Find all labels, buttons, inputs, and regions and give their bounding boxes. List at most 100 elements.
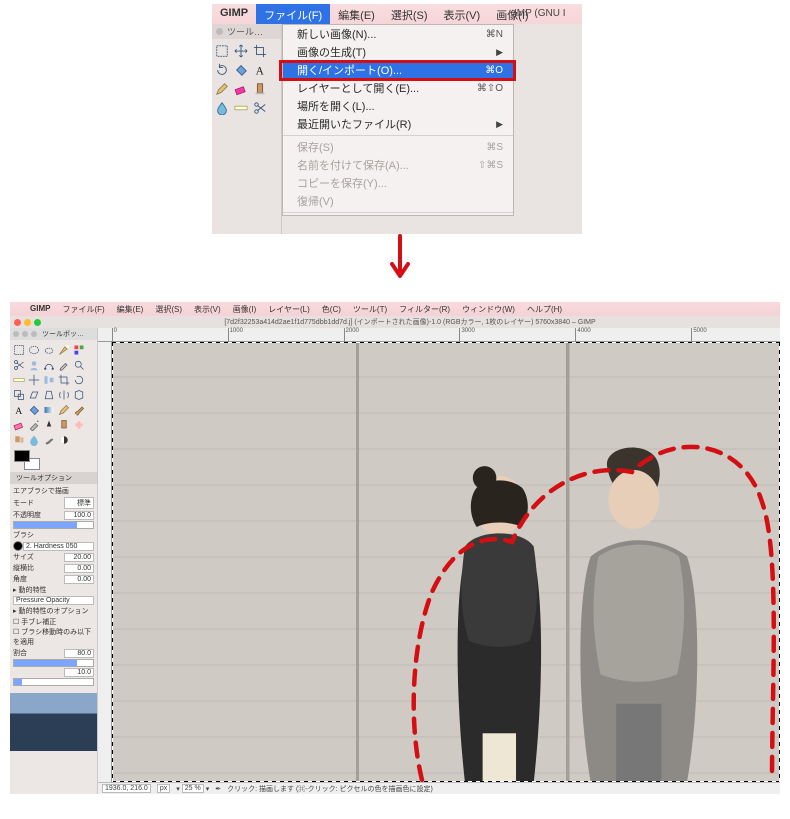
measure-icon[interactable] [233, 100, 248, 115]
foreground-select-icon[interactable] [27, 358, 40, 371]
cage-icon[interactable] [72, 388, 85, 401]
smudge-icon[interactable] [42, 433, 55, 446]
size-field[interactable]: 20.00 [64, 553, 94, 562]
bucket-icon[interactable] [233, 62, 248, 77]
perspective-clone-icon[interactable] [12, 433, 25, 446]
brush-name[interactable]: 2. Hardness 050 [23, 542, 94, 551]
mode-select[interactable]: 標準 [64, 497, 94, 509]
menu-new[interactable]: 新しい画像(N)...⌘N [283, 25, 513, 43]
scissors-icon[interactable] [252, 100, 267, 115]
ruler-horizontal[interactable]: 0 1000 2000 3000 4000 5000 [98, 328, 780, 342]
crop-icon[interactable] [252, 43, 267, 58]
mb-color[interactable]: 色(C) [316, 302, 347, 316]
toolbox-grid: A [212, 39, 281, 119]
aspect-field[interactable]: 0.00 [64, 564, 94, 573]
pencil-icon[interactable] [214, 81, 229, 96]
image-canvas[interactable] [112, 342, 780, 782]
max-traffic-light[interactable] [34, 319, 41, 326]
flow-field[interactable]: 10.0 [64, 668, 94, 677]
dynamics-label: 動的特性 [18, 587, 46, 594]
close-traffic-light[interactable] [14, 319, 21, 326]
zoom-control[interactable]: ▾25 %▾ [176, 784, 209, 793]
apply-on-move-checkbox[interactable]: ブラシ移動時のみ以下を適用 [13, 627, 94, 647]
eraser-icon[interactable] [12, 418, 25, 431]
brush-preview-icon[interactable] [13, 541, 23, 551]
paths-icon[interactable] [42, 358, 55, 371]
menubar-item-view[interactable]: 表示(V) [436, 4, 489, 24]
paintbrush-icon[interactable] [72, 403, 85, 416]
mb-edit[interactable]: 編集(E) [111, 302, 150, 316]
menubar-item-select[interactable]: 選択(S) [383, 4, 436, 24]
svg-text:A: A [15, 405, 22, 415]
rate-field[interactable]: 80.0 [64, 649, 94, 658]
menu-generate[interactable]: 画像の生成(T)▶ [283, 43, 513, 61]
status-unit[interactable]: px [157, 784, 170, 793]
move-icon[interactable] [27, 373, 40, 386]
mb-help[interactable]: ヘルプ(H) [521, 302, 568, 316]
rate-slider[interactable] [13, 659, 94, 667]
zoom-icon[interactable] [72, 358, 85, 371]
opacity-field[interactable]: 100.0 [64, 511, 94, 520]
bucket-icon[interactable] [27, 403, 40, 416]
text-icon[interactable]: A [12, 403, 25, 416]
align-icon[interactable] [42, 373, 55, 386]
crop-icon[interactable] [57, 373, 70, 386]
color-select-icon[interactable] [72, 343, 85, 356]
color-swatch[interactable] [14, 450, 40, 470]
menubar-app[interactable]: GIMP [212, 4, 256, 24]
text-icon[interactable]: A [252, 62, 267, 77]
rotate-icon[interactable] [214, 62, 229, 77]
rect-select-icon[interactable] [12, 343, 25, 356]
clone-icon[interactable] [252, 81, 267, 96]
mb-tool[interactable]: ツール(T) [347, 302, 393, 316]
apple-menu-icon[interactable] [10, 302, 24, 316]
mb-file[interactable]: ファイル(F) [56, 302, 110, 316]
measure-icon[interactable] [12, 373, 25, 386]
flow-slider[interactable] [13, 678, 94, 686]
heal-icon[interactable] [72, 418, 85, 431]
min-traffic-light[interactable] [24, 319, 31, 326]
eraser-icon[interactable] [233, 81, 248, 96]
airbrush-icon[interactable] [27, 418, 40, 431]
dynamics-select[interactable]: Pressure Opacity [13, 596, 94, 605]
pencil-icon[interactable] [57, 403, 70, 416]
scale-icon[interactable] [12, 388, 25, 401]
blur-icon[interactable] [27, 433, 40, 446]
menu-save-copy: コピーを保存(Y)... [283, 174, 513, 192]
menubar-item-edit[interactable]: 編集(E) [330, 4, 383, 24]
navigator-thumbnail[interactable] [10, 693, 97, 751]
menubar-app-bottom[interactable]: GIMP [24, 302, 56, 316]
perspective-icon[interactable] [42, 388, 55, 401]
blur-icon[interactable] [214, 100, 229, 115]
ink-icon[interactable] [42, 418, 55, 431]
mb-window[interactable]: ウィンドウ(W) [456, 302, 521, 316]
clone-icon[interactable] [57, 418, 70, 431]
mb-layer[interactable]: レイヤー(L) [262, 302, 316, 316]
mb-select[interactable]: 選択(S) [149, 302, 188, 316]
color-picker-icon[interactable] [57, 358, 70, 371]
rect-select-icon[interactable] [214, 43, 229, 58]
flip-icon[interactable] [57, 388, 70, 401]
toolbox-title: ツール… [227, 25, 263, 38]
blend-icon[interactable] [42, 403, 55, 416]
opacity-slider[interactable] [13, 521, 94, 529]
menu-open-location[interactable]: 場所を開く(L)... [283, 97, 513, 115]
angle-field[interactable]: 0.00 [64, 575, 94, 584]
ellipse-select-icon[interactable] [27, 343, 40, 356]
scissors-select-icon[interactable] [12, 358, 25, 371]
mb-filter[interactable]: フィルター(R) [393, 302, 456, 316]
fuzzy-select-icon[interactable] [57, 343, 70, 356]
mb-view[interactable]: 表示(V) [188, 302, 227, 316]
menu-open-as-layer[interactable]: レイヤーとして開く(E)...⌘⇧O [283, 79, 513, 97]
free-select-icon[interactable] [42, 343, 55, 356]
menu-recent[interactable]: 最近開いたファイル(R)▶ [283, 115, 513, 133]
rotate-icon[interactable] [72, 373, 85, 386]
mb-image[interactable]: 画像(I) [227, 302, 263, 316]
menubar-item-file[interactable]: ファイル(F) [256, 4, 330, 24]
dodge-icon[interactable] [57, 433, 70, 446]
jitter-checkbox[interactable]: 手ブレ補正 [13, 617, 94, 627]
menu-open-import[interactable]: 開く/インポート(O)...⌘O [283, 61, 513, 79]
move-icon[interactable] [233, 43, 248, 58]
shear-icon[interactable] [27, 388, 40, 401]
ruler-vertical[interactable] [98, 342, 112, 782]
